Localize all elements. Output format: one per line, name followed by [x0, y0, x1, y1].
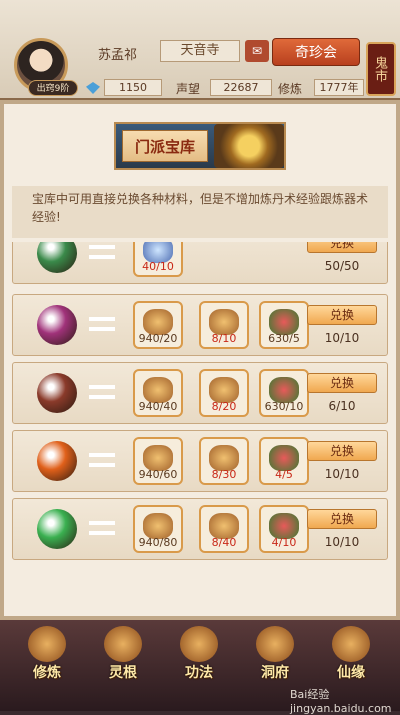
fame-label: 声望	[176, 82, 201, 96]
nav-cultivate-button[interactable]: 修炼	[12, 624, 82, 684]
fame-value: 22687	[210, 79, 272, 96]
ghost-market-button[interactable]: 鬼市	[366, 42, 396, 96]
cultivation-label: 修炼	[278, 82, 303, 96]
treasury-description: 宝库中可用直接兑换各种材料，但是不增加炼丹术经验跟炼器术经验!	[12, 186, 388, 238]
cost-count: 40/10	[142, 260, 174, 273]
cost-slot[interactable]: 8/20	[199, 369, 249, 417]
cost-count: 8/10	[211, 332, 237, 345]
cost-slot[interactable]: 940/40	[133, 369, 183, 417]
nav-fate-button[interactable]: 仙缘	[316, 624, 386, 684]
nav-label: 洞府	[261, 665, 289, 681]
nav-label: 修炼	[33, 665, 61, 681]
orb-icon	[37, 509, 77, 549]
exchange-ratio: 10/10	[324, 535, 360, 549]
exchange-row: 940/20 8/10 630/5 兑换 10/10	[12, 294, 388, 356]
cost-count: 4/5	[275, 468, 293, 481]
cost-count: 4/10	[271, 536, 297, 549]
mail-icon[interactable]: ✉	[245, 40, 269, 62]
cost-slot[interactable]: 8/40	[199, 505, 249, 553]
cost-count: 940/60	[138, 468, 178, 481]
cost-count: 940/80	[138, 536, 178, 549]
cost-count: 940/20	[138, 332, 178, 345]
exchange-button[interactable]: 兑换	[307, 242, 377, 253]
nav-label: 仙缘	[337, 665, 365, 681]
cost-count: 8/20	[211, 400, 237, 413]
exchange-ratio: 50/50	[324, 259, 360, 273]
cost-count: 8/30	[211, 468, 237, 481]
nav-spirit-root-button[interactable]: 灵根	[88, 624, 158, 684]
cost-count: 940/40	[138, 400, 178, 413]
orb-icon	[37, 305, 77, 345]
cost-count: 630/5	[268, 332, 300, 345]
nav-skills-button[interactable]: 功法	[164, 624, 234, 684]
nav-fate-icon	[332, 626, 370, 662]
nav-label: 灵根	[109, 665, 137, 681]
nav-cave-button[interactable]: 洞府	[240, 624, 310, 684]
nav-skills-icon	[180, 626, 218, 662]
exchange-row: 940/60 8/30 4/5 兑换 10/10	[12, 430, 388, 492]
cost-slot[interactable]: 4/5	[259, 437, 309, 485]
equals-sign	[89, 317, 115, 331]
equals-sign	[89, 453, 115, 467]
cost-slot[interactable]: 940/60	[133, 437, 183, 485]
cost-count: 8/40	[211, 536, 237, 549]
exchange-row: 40/10 兑换 50/50	[12, 242, 388, 284]
cost-slot[interactable]: 8/30	[199, 437, 249, 485]
exchange-ratio: 6/10	[328, 399, 356, 413]
treasure-auction-button[interactable]: 奇珍会	[272, 38, 360, 66]
cost-slot[interactable]: 940/80	[133, 505, 183, 553]
sect-name: 天音寺	[160, 40, 240, 62]
nav-spirit-root-icon	[104, 626, 142, 662]
banner-title: 门派宝库	[122, 130, 208, 162]
exchange-ratio: 10/10	[324, 467, 360, 481]
equals-sign	[89, 521, 115, 535]
exchange-button[interactable]: 兑换	[307, 509, 377, 529]
nav-cultivate-icon	[28, 626, 66, 662]
exchange-row: 940/40 8/20 630/10 兑换 6/10	[12, 362, 388, 424]
cost-slot[interactable]: 8/10	[199, 301, 249, 349]
cost-slot[interactable]: 630/5	[259, 301, 309, 349]
exchange-row: 940/80 8/40 4/10 兑换 10/10	[12, 498, 388, 560]
gem-count: 1150	[104, 79, 162, 96]
player-rank: 出窍9阶	[28, 80, 78, 96]
equals-sign	[89, 385, 115, 399]
treasure-chest-icon	[214, 124, 284, 168]
exchange-list[interactable]: 40/10 兑换 50/50 940/20 8/10 630/5 兑换 10/10 940/40…	[12, 242, 388, 614]
equals-sign	[89, 245, 115, 259]
orb-icon	[37, 373, 77, 413]
exchange-button[interactable]: 兑换	[307, 373, 377, 393]
orb-icon	[37, 242, 77, 273]
cost-count: 630/10	[264, 400, 304, 413]
cost-slot[interactable]: 630/10	[259, 369, 309, 417]
nav-label: 功法	[185, 665, 213, 681]
cost-slot[interactable]: 40/10	[133, 242, 183, 277]
exchange-ratio: 10/10	[324, 331, 360, 345]
cost-slot[interactable]: 4/10	[259, 505, 309, 553]
nav-cave-icon	[256, 626, 294, 662]
cost-slot[interactable]: 940/20	[133, 301, 183, 349]
orb-icon	[37, 441, 77, 481]
exchange-button[interactable]: 兑换	[307, 305, 377, 325]
exchange-button[interactable]: 兑换	[307, 441, 377, 461]
player-name: 苏孟祁	[98, 48, 138, 63]
cultivation-value: 1777年	[314, 79, 364, 96]
